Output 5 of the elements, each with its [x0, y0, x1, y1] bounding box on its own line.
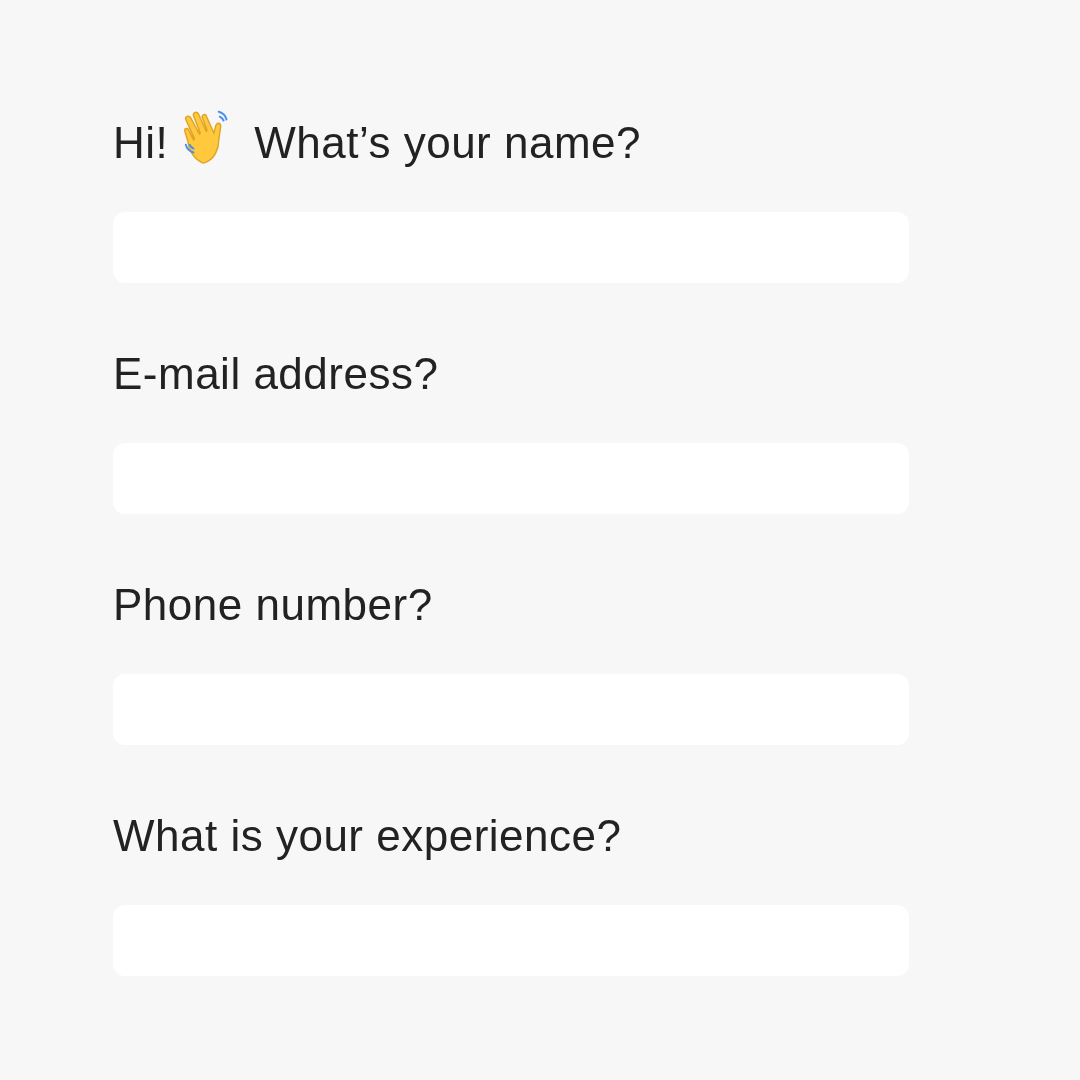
question-label: E-mail address?	[113, 349, 439, 399]
question-label: What’s your name?	[254, 118, 642, 168]
question-label: What is your experience?	[113, 811, 622, 861]
question-label: Phone number?	[113, 580, 433, 630]
greeting-text: Hi!	[113, 118, 169, 168]
